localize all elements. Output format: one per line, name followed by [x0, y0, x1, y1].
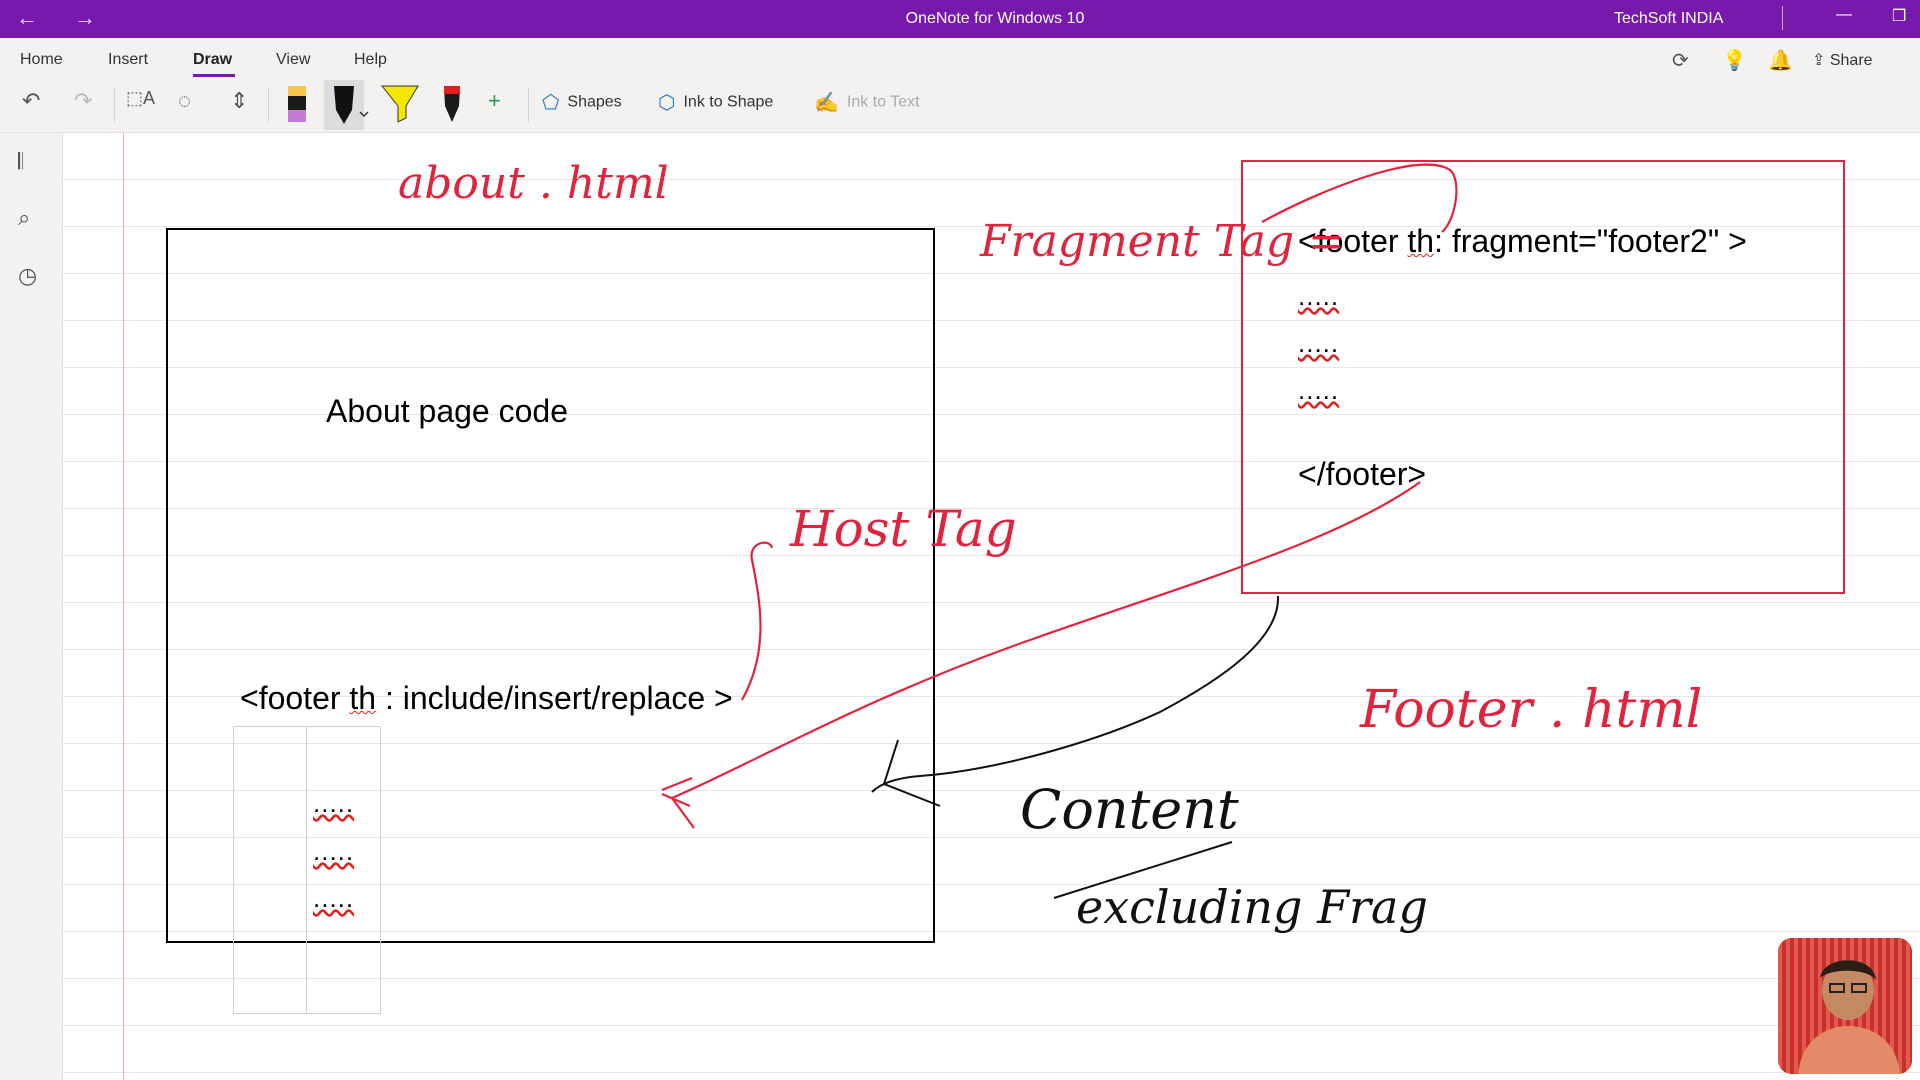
ink-host-tag[interactable]: Host Tag [790, 500, 1017, 558]
ink-fragment-word[interactable]: Fragment Tag = [980, 216, 1345, 267]
ink-bracket-arrow [882, 739, 941, 807]
ink-excluding-frag[interactable]: excluding Frag [1076, 880, 1428, 934]
ink-fragment-tag: Fragment Tag = [980, 216, 1345, 267]
ink-arrow-fragment-to-host [671, 481, 1421, 800]
ink-curl-host [741, 541, 774, 701]
ink-content[interactable]: Content [1020, 778, 1239, 841]
webcam-overlay [1778, 938, 1912, 1074]
presenter-avatar-icon [1778, 938, 1912, 1074]
ink-footer-html[interactable]: Footer . html [1360, 680, 1702, 740]
ink-arrowhead [661, 776, 695, 829]
ink-about-html[interactable]: about . html [398, 158, 669, 209]
